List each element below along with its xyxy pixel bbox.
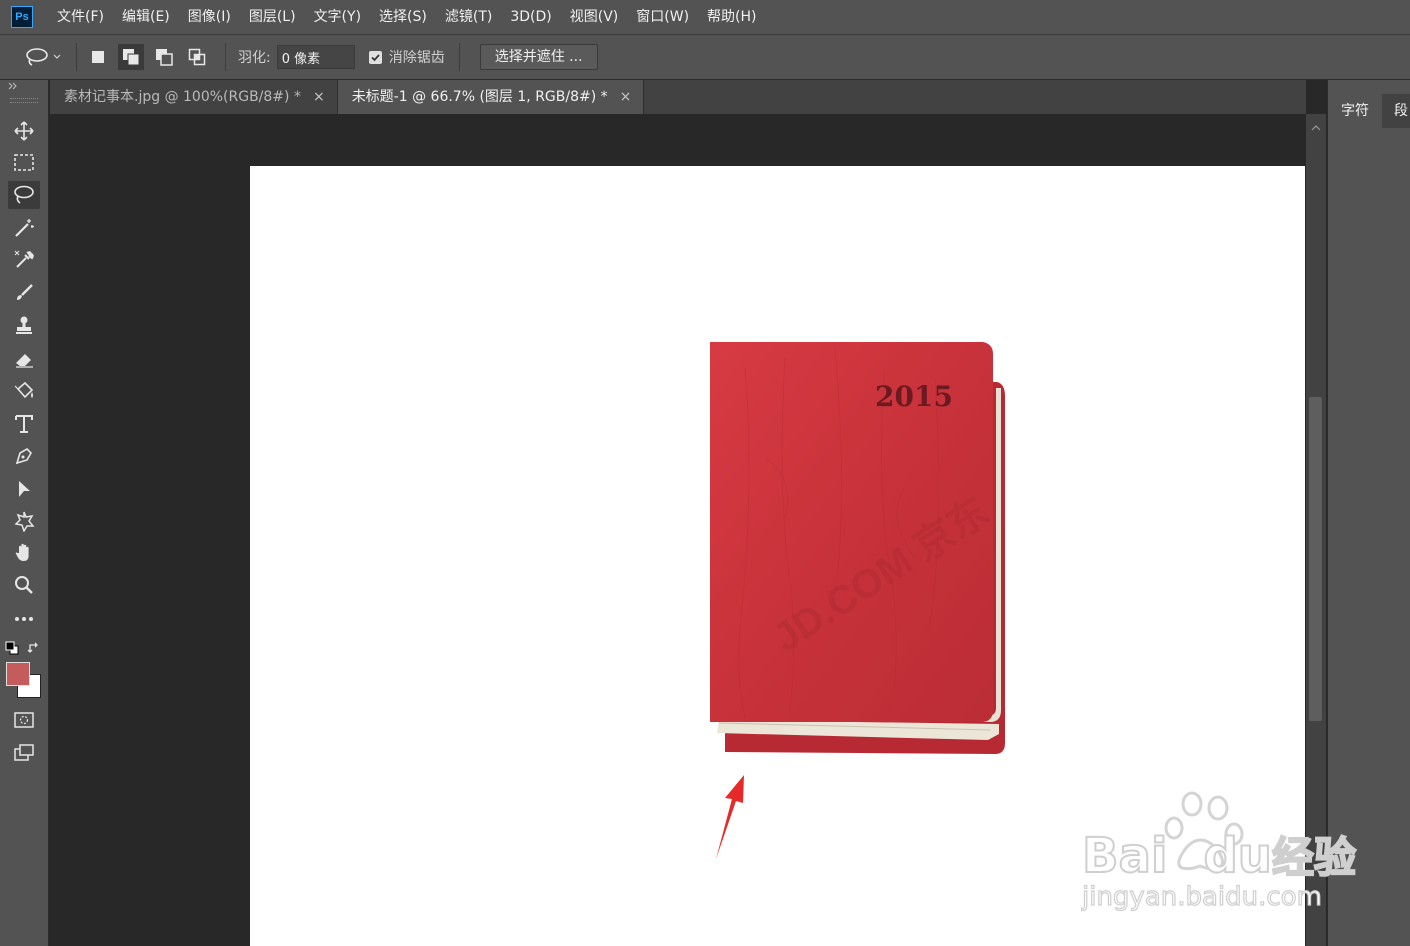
lasso-tool[interactable] (8, 181, 40, 209)
scroll-up-icon[interactable] (1309, 123, 1323, 133)
watermark-brand: Bai du经验 (1081, 824, 1357, 885)
move-tool[interactable] (8, 117, 40, 145)
intersect-selection-icon (188, 48, 206, 66)
type-icon (15, 415, 33, 433)
grip-icon[interactable] (10, 98, 38, 103)
tool-preset-picker[interactable] (24, 46, 62, 68)
watermark-url: jingyan.baidu.com (1081, 881, 1322, 912)
default-colors-icon[interactable] (5, 641, 19, 655)
antialias-checkbox[interactable] (368, 50, 382, 64)
red-arrow-icon (716, 775, 744, 859)
foreground-color-swatch[interactable] (6, 662, 30, 686)
stamp-icon (16, 316, 32, 334)
subtract-selection-icon (156, 49, 173, 66)
book-year: 2015 (875, 380, 953, 413)
menu-edit[interactable]: 编辑(E) (113, 0, 179, 34)
photoshop-logo-icon[interactable]: Ps (11, 6, 33, 28)
close-icon[interactable]: × (313, 81, 325, 114)
document-tabs: 素材记事本.jpg @ 100%(RGB/8#) * × 未标题-1 @ 66.… (50, 80, 1306, 114)
tab-paragraph[interactable]: 段 (1394, 94, 1408, 128)
quick-mask-button[interactable] (8, 706, 40, 734)
watermark-brand-bai: Bai (1081, 827, 1168, 885)
tab-label: 素材记事本.jpg @ 100%(RGB/8#) * (64, 88, 301, 105)
eraser-tool[interactable] (8, 345, 40, 373)
document-workspace: 2015 JD.COM 京东 (50, 114, 1306, 946)
watermark-brand-du: du (1202, 827, 1273, 885)
intersect-selection-button[interactable] (184, 44, 210, 70)
collapse-icon[interactable] (8, 82, 20, 90)
new-selection-button[interactable] (85, 44, 111, 70)
lasso-icon (26, 48, 48, 66)
feather-input[interactable]: 0 像素 (276, 45, 355, 69)
path-selection-tool[interactable] (8, 475, 40, 503)
menu-filter[interactable]: 滤镜(T) (436, 0, 501, 34)
menu-view[interactable]: 视图(V) (561, 0, 628, 34)
screen-mode-icon (14, 744, 34, 761)
zoom-tool[interactable] (8, 571, 40, 599)
subtract-selection-button[interactable] (151, 44, 177, 70)
magic-wand-tool[interactable] (8, 214, 40, 242)
swap-colors-icon[interactable] (27, 641, 41, 655)
menu-type[interactable]: 文字(Y) (305, 0, 370, 34)
notebook-image: 2015 JD.COM 京东 (710, 342, 1005, 754)
pen-tool[interactable] (8, 442, 40, 470)
shape-tool[interactable] (8, 507, 40, 535)
new-selection-icon (92, 51, 104, 63)
select-and-mask-button[interactable]: 选择并遮住 ... (479, 44, 598, 70)
divider (225, 43, 226, 71)
watermark-brand-cn: 经验 (1271, 832, 1357, 883)
more-tools-button[interactable] (8, 605, 40, 633)
divider (76, 43, 77, 71)
divider (458, 43, 460, 71)
eyedropper-icon (14, 250, 34, 268)
options-bar: 羽化: 0 像素 消除锯齿 选择并遮住 ... (0, 35, 1410, 80)
move-icon (14, 121, 34, 141)
hand-tool[interactable] (8, 539, 40, 567)
scrollbar-thumb[interactable] (1309, 397, 1322, 721)
type-tool[interactable] (8, 410, 40, 438)
menu-window[interactable]: 窗口(W) (627, 0, 698, 34)
chevron-down-icon (53, 54, 61, 59)
quick-mask-icon (14, 712, 34, 728)
lasso-icon (14, 185, 34, 204)
menu-file[interactable]: 文件(F) (48, 0, 113, 34)
hand-icon (15, 543, 29, 561)
zoom-icon (15, 576, 33, 594)
checkmark-icon (371, 53, 380, 61)
add-selection-button[interactable] (118, 44, 144, 70)
tools-panel (0, 80, 49, 946)
feather-label: 羽化: (238, 50, 271, 66)
eyedropper-tool[interactable] (8, 246, 40, 274)
screen-mode-button[interactable] (8, 739, 40, 767)
path-select-icon (19, 481, 30, 497)
more-tools-icon (15, 617, 33, 621)
menu-layer[interactable]: 图层(L) (240, 0, 305, 34)
pen-icon (15, 448, 32, 465)
paint-bucket-tool[interactable] (8, 377, 40, 405)
tab-document-1[interactable]: 素材记事本.jpg @ 100%(RGB/8#) * × (50, 80, 338, 114)
menu-bar: Ps 文件(F) 编辑(E) 图像(I) 图层(L) 文字(Y) 选择(S) 滤… (0, 0, 1410, 35)
tab-label: 未标题-1 @ 66.7% (图层 1, RGB/8#) * (351, 88, 608, 105)
clone-stamp-tool[interactable] (8, 311, 40, 339)
menu-3d[interactable]: 3D(D) (501, 0, 560, 34)
shape-icon (14, 511, 35, 532)
vertical-scrollbar[interactable] (1306, 114, 1326, 946)
menu-select[interactable]: 选择(S) (370, 0, 436, 34)
magic-wand-icon (15, 219, 34, 237)
paint-bucket-icon (14, 381, 34, 399)
marquee-icon (14, 154, 34, 171)
antialias-label: 消除锯齿 (388, 50, 445, 66)
marquee-tool[interactable] (8, 149, 40, 177)
eraser-icon (16, 354, 33, 368)
right-panel: 字符 段 (1327, 80, 1410, 946)
menu-help[interactable]: 帮助(H) (698, 0, 765, 34)
brush-tool[interactable] (8, 279, 40, 307)
close-icon[interactable]: × (620, 81, 632, 114)
brush-icon (17, 284, 33, 300)
tab-document-2[interactable]: 未标题-1 @ 66.7% (图层 1, RGB/8#) * × (337, 80, 645, 114)
menu-image[interactable]: 图像(I) (179, 0, 240, 34)
tab-character[interactable]: 字符 (1328, 94, 1382, 128)
add-selection-icon (123, 49, 140, 66)
